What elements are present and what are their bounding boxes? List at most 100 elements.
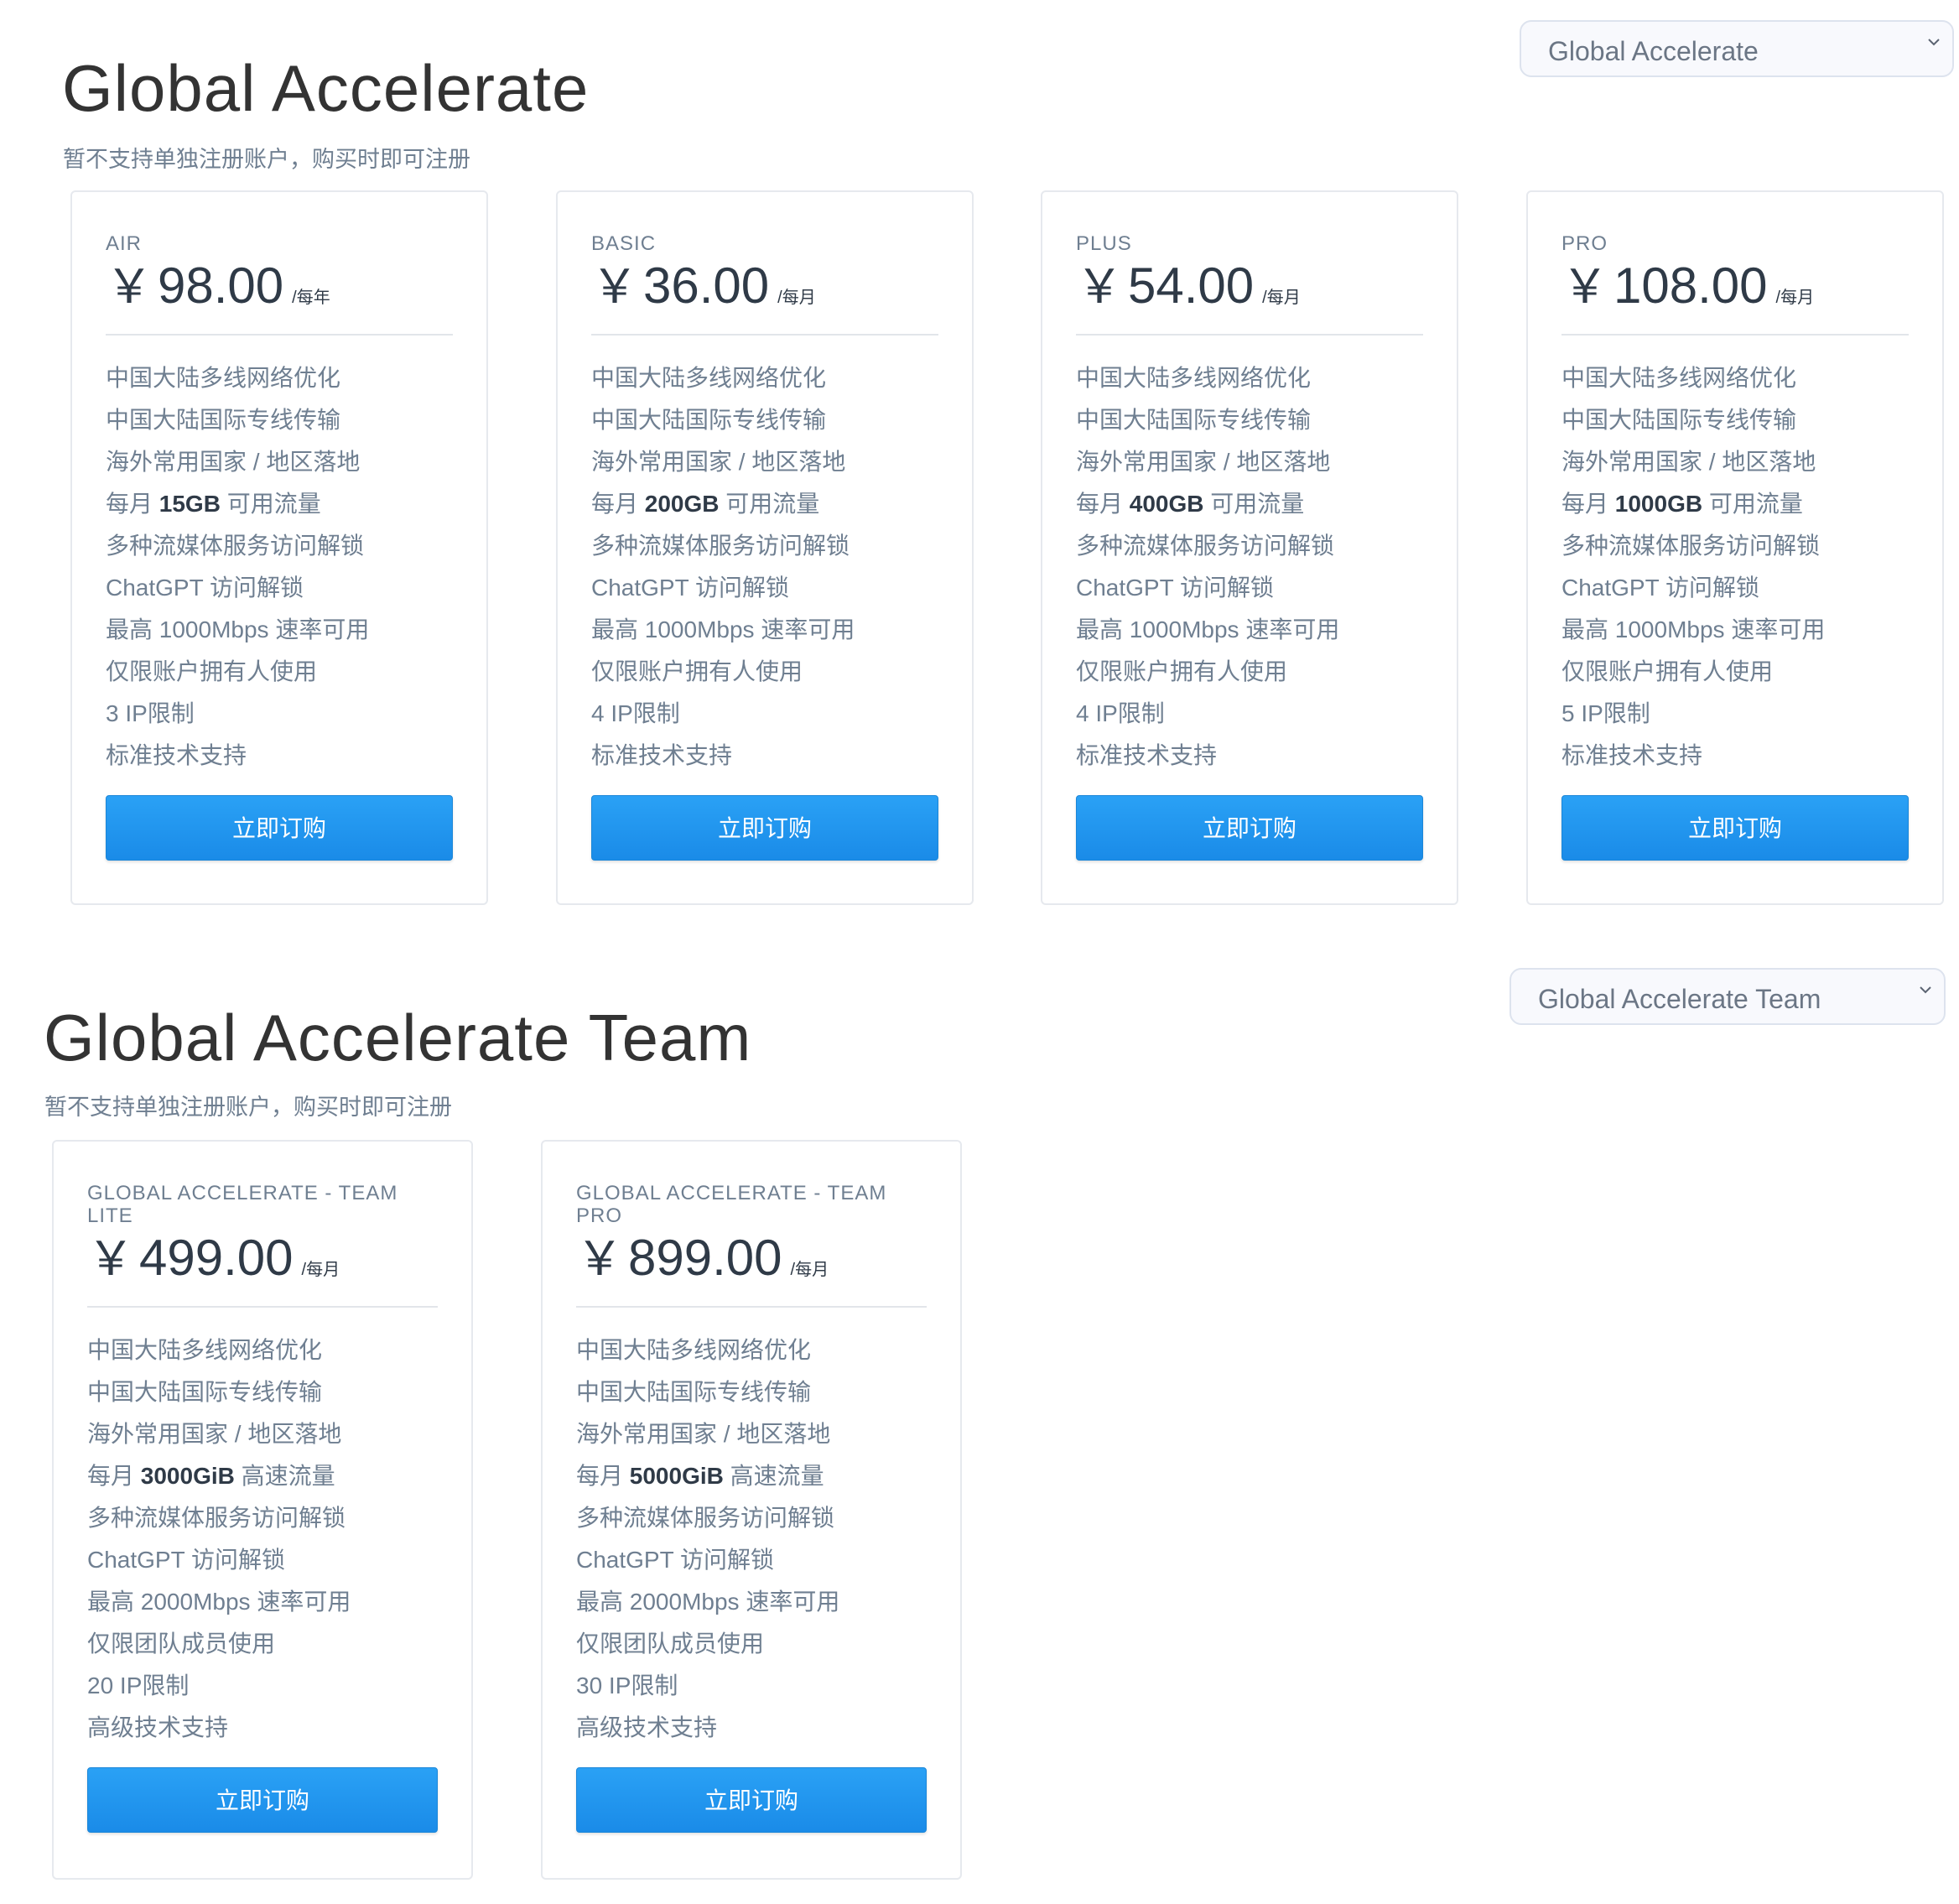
divider xyxy=(1076,334,1423,336)
feature-text: 每月 xyxy=(591,491,645,517)
currency-symbol: ￥ xyxy=(591,260,638,313)
feature-list: 中国大陆多线网络优化 中国大陆国际专线传输 海外常用国家 / 地区落地 每月 5000… xyxy=(576,1329,943,1749)
feature-list: 中国大陆多线网络优化 中国大陆国际专线传输 海外常用国家 / 地区落地 每月 1000… xyxy=(1561,357,1925,777)
feature-item: 多种流媒体服务访问解锁 xyxy=(1076,533,1335,559)
feature-item: 最高 1000Mbps 速率可用 xyxy=(106,616,370,642)
section-title: Global Accelerate xyxy=(62,51,590,125)
feature-item: 每月 400GB 可用流量 xyxy=(1076,483,1440,525)
feature-item: 仅限账户拥有人使用 xyxy=(1076,658,1288,684)
product-select-value: Global Accelerate xyxy=(1548,36,1759,66)
feature-item: 最高 1000Mbps 速率可用 xyxy=(1561,616,1826,642)
buy-now-button[interactable]: 立即订购 xyxy=(591,795,938,861)
price-period: /每月 xyxy=(777,289,816,307)
feature-item: 海外常用国家 / 地区落地 xyxy=(576,1421,831,1447)
price-period: /每月 xyxy=(1262,289,1301,307)
feature-text: 每月 xyxy=(576,1463,630,1489)
feature-item: 多种流媒体服务访问解锁 xyxy=(591,533,850,559)
feature-item: 中国大陆国际专线传输 xyxy=(1076,407,1312,433)
price-amount: 98.00 xyxy=(158,258,284,314)
plan-name: GLOBAL ACCELERATE - TEAM LITE xyxy=(87,1182,398,1227)
feature-list: 中国大陆多线网络优化 中国大陆国际专线传输 海外常用国家 / 地区落地 每月 200G… xyxy=(591,357,955,777)
chevron-down-icon xyxy=(1928,39,1940,46)
feature-item: 每月 15GB 可用流量 xyxy=(106,483,470,525)
feature-item: 标准技术支持 xyxy=(1561,742,1703,768)
feature-text: 每月 xyxy=(87,1463,141,1489)
price-amount: 108.00 xyxy=(1613,258,1768,314)
feature-text: 每月 xyxy=(106,491,159,517)
feature-text: 高速流量 xyxy=(234,1463,335,1489)
plan-name: AIR xyxy=(106,232,143,255)
product-select-value: Global Accelerate Team xyxy=(1538,984,1821,1014)
feature-item: 仅限账户拥有人使用 xyxy=(106,658,318,684)
price-amount: 36.00 xyxy=(643,258,770,314)
feature-text: 可用流量 xyxy=(719,491,820,517)
feature-item: 最高 2000Mbps 速率可用 xyxy=(87,1589,351,1615)
plan-price: ￥ 98.00/每年 xyxy=(106,261,330,311)
chevron-down-icon xyxy=(1920,986,1931,994)
feature-list: 中国大陆多线网络优化 中国大陆国际专线传输 海外常用国家 / 地区落地 每月 3000… xyxy=(87,1329,455,1749)
buy-now-button[interactable]: 立即订购 xyxy=(1561,795,1909,861)
feature-item: 5 IP限制 xyxy=(1561,700,1650,726)
feature-item: 中国大陆多线网络优化 xyxy=(591,365,827,391)
buy-now-button[interactable]: 立即订购 xyxy=(106,795,453,861)
feature-item: 中国大陆多线网络优化 xyxy=(106,365,341,391)
feature-item: 每月 5000GiB 高速流量 xyxy=(576,1455,943,1497)
divider xyxy=(1561,334,1909,336)
feature-item: 高级技术支持 xyxy=(87,1714,229,1740)
plan-name: PRO xyxy=(1561,232,1608,255)
price-amount: 899.00 xyxy=(628,1230,782,1286)
traffic-amount: 1000GB xyxy=(1614,491,1703,517)
divider xyxy=(576,1306,927,1308)
currency-symbol: ￥ xyxy=(87,1232,134,1285)
currency-symbol: ￥ xyxy=(1076,260,1123,313)
feature-item: 中国大陆国际专线传输 xyxy=(591,407,827,433)
feature-item: ChatGPT 访问解锁 xyxy=(1561,575,1759,601)
feature-text: 每月 xyxy=(1076,491,1130,517)
plan-price: ￥ 36.00/每月 xyxy=(591,261,816,311)
plan-price: ￥ 499.00/每月 xyxy=(87,1233,340,1283)
feature-item: 标准技术支持 xyxy=(106,742,247,768)
feature-item: 仅限账户拥有人使用 xyxy=(1561,658,1774,684)
divider xyxy=(591,334,938,336)
feature-item: 仅限账户拥有人使用 xyxy=(591,658,803,684)
feature-item: 4 IP限制 xyxy=(1076,700,1165,726)
feature-item: 4 IP限制 xyxy=(591,700,680,726)
section-global-accelerate-team: Global Accelerate Team 暂不支持单独注册账户，购买时即可注… xyxy=(0,923,1959,1904)
feature-list: 中国大陆多线网络优化 中国大陆国际专线传输 海外常用国家 / 地区落地 每月 400G… xyxy=(1076,357,1440,777)
feature-item: 多种流媒体服务访问解锁 xyxy=(106,533,365,559)
traffic-amount: 5000GiB xyxy=(629,1463,724,1489)
feature-item: 中国大陆国际专线传输 xyxy=(87,1379,323,1405)
feature-item: 中国大陆国际专线传输 xyxy=(106,407,341,433)
feature-item: 中国大陆多线网络优化 xyxy=(1561,365,1797,391)
feature-text: 可用流量 xyxy=(1203,491,1305,517)
plan-card: AIR ￥ 98.00/每年 中国大陆多线网络优化 中国大陆国际专线传输 海外常用国家 /… xyxy=(70,190,488,905)
product-select[interactable]: Global Accelerate Team xyxy=(1510,968,1946,1025)
price-period: /每月 xyxy=(790,1261,829,1279)
plan-price: ￥ 54.00/每月 xyxy=(1076,261,1301,311)
buy-now-button[interactable]: 立即订购 xyxy=(87,1767,438,1833)
feature-item: 标准技术支持 xyxy=(591,742,733,768)
feature-item: ChatGPT 访问解锁 xyxy=(87,1547,285,1573)
feature-text: 可用流量 xyxy=(220,491,321,517)
feature-item: ChatGPT 访问解锁 xyxy=(1076,575,1274,601)
feature-item: 中国大陆多线网络优化 xyxy=(87,1337,323,1363)
plan-card: BASIC ￥ 36.00/每月 中国大陆多线网络优化 中国大陆国际专线传输 海外常用国家… xyxy=(556,190,974,905)
product-select[interactable]: Global Accelerate xyxy=(1520,20,1954,77)
feature-text: 高速流量 xyxy=(723,1463,824,1489)
buy-now-button[interactable]: 立即订购 xyxy=(1076,795,1423,861)
price-period: /每年 xyxy=(292,289,330,307)
feature-item: 最高 2000Mbps 速率可用 xyxy=(576,1589,840,1615)
feature-item: 中国大陆多线网络优化 xyxy=(576,1337,812,1363)
plan-card: GLOBAL ACCELERATE - TEAM LITE ￥ 499.00/每月中… xyxy=(52,1140,473,1880)
currency-symbol: ￥ xyxy=(1561,260,1608,313)
feature-item: 海外常用国家 / 地区落地 xyxy=(591,449,846,475)
feature-item: 中国大陆多线网络优化 xyxy=(1076,365,1312,391)
feature-item: 仅限团队成员使用 xyxy=(87,1631,276,1657)
traffic-amount: 200GB xyxy=(644,491,720,517)
feature-item: 高级技术支持 xyxy=(576,1714,718,1740)
feature-item: 中国大陆国际专线传输 xyxy=(1561,407,1797,433)
price-amount: 54.00 xyxy=(1128,258,1255,314)
plan-price: ￥ 899.00/每月 xyxy=(576,1233,829,1283)
buy-now-button[interactable]: 立即订购 xyxy=(576,1767,927,1833)
feature-item: ChatGPT 访问解锁 xyxy=(591,575,789,601)
